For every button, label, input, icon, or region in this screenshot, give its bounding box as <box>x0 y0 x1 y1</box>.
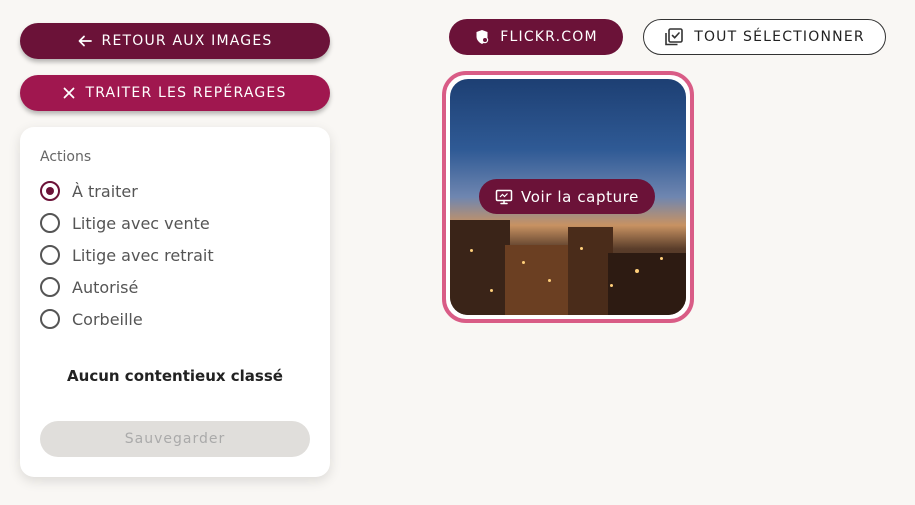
radio-option-a-traiter[interactable]: À traiter <box>40 175 214 207</box>
radio-button[interactable] <box>40 181 60 201</box>
select-all-label: TOUT SÉLECTIONNER <box>694 29 865 45</box>
actions-title: Actions <box>40 149 92 165</box>
radio-label: Litige avec retrait <box>72 245 214 265</box>
source-site-button[interactable]: FLICKR.COM <box>449 19 623 55</box>
select-all-button[interactable]: TOUT SÉLECTIONNER <box>643 19 886 55</box>
empty-disputes-message: Aucun contentieux classé <box>67 367 283 385</box>
radio-button[interactable] <box>40 309 60 329</box>
actions-panel: Actions À traiter Litige avec vente Liti… <box>20 127 330 477</box>
shield-icon <box>474 29 490 45</box>
monitor-icon <box>495 189 513 205</box>
radio-option-litige-retrait[interactable]: Litige avec retrait <box>40 239 214 271</box>
radio-option-autorise[interactable]: Autorisé <box>40 271 214 303</box>
process-spottings-button[interactable]: TRAITER LES REPÉRAGES <box>20 75 330 111</box>
save-button[interactable]: Sauvegarder <box>40 421 310 457</box>
arrow-left-icon <box>78 34 92 48</box>
radio-button[interactable] <box>40 213 60 233</box>
close-icon <box>63 87 75 99</box>
process-spottings-label: TRAITER LES REPÉRAGES <box>85 85 287 101</box>
radio-option-corbeille[interactable]: Corbeille <box>40 303 214 335</box>
radio-button[interactable] <box>40 245 60 265</box>
back-to-images-button[interactable]: RETOUR AUX IMAGES <box>20 23 330 59</box>
radio-label: Litige avec vente <box>72 213 210 233</box>
actions-radio-group: À traiter Litige avec vente Litige avec … <box>40 175 214 335</box>
radio-label: À traiter <box>72 181 138 201</box>
source-site-label: FLICKR.COM <box>500 29 598 45</box>
radio-label: Corbeille <box>72 309 143 329</box>
radio-button[interactable] <box>40 277 60 297</box>
view-capture-button[interactable]: Voir la capture <box>479 179 655 214</box>
radio-option-litige-vente[interactable]: Litige avec vente <box>40 207 214 239</box>
radio-label: Autorisé <box>72 277 139 297</box>
back-to-images-label: RETOUR AUX IMAGES <box>101 33 273 49</box>
view-capture-label: Voir la capture <box>521 187 639 206</box>
checkbox-multiple-icon <box>664 27 684 47</box>
